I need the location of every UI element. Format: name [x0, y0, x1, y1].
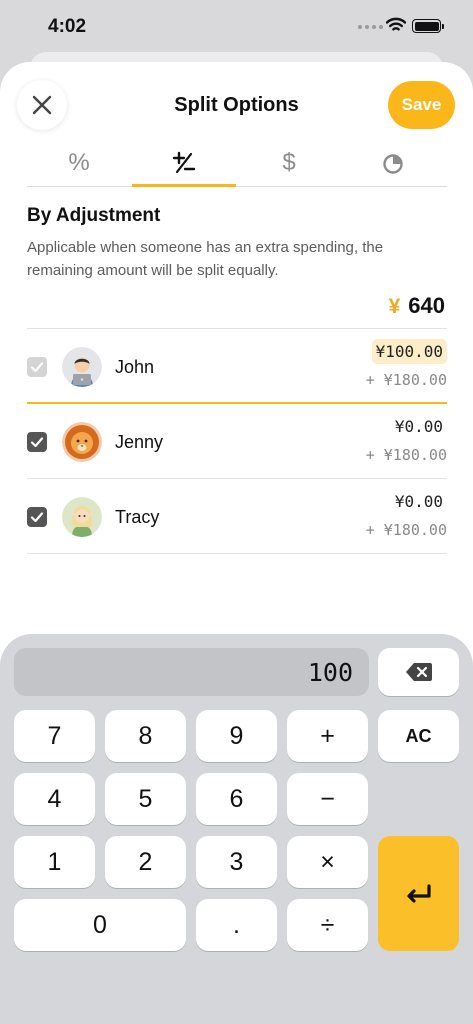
avatar-lion — [62, 422, 102, 462]
key-8[interactable]: 8 — [105, 710, 186, 762]
key-2[interactable]: 2 — [105, 836, 186, 888]
key-1[interactable]: 1 — [14, 836, 95, 888]
percent-icon: % — [68, 149, 90, 176]
key-4[interactable]: 4 — [14, 773, 95, 825]
equal-share-amount: + ¥180.00 — [365, 521, 447, 539]
save-button[interactable]: Save — [388, 81, 455, 129]
key-5[interactable]: 5 — [105, 773, 186, 825]
key-6[interactable]: 6 — [196, 773, 277, 825]
adjustment-amount[interactable]: ¥100.00 — [371, 339, 447, 364]
total-value: 640 — [408, 293, 445, 318]
check-icon — [30, 437, 44, 448]
section-description: Applicable when someone has an extra spe… — [27, 239, 384, 279]
pie-icon — [383, 154, 403, 174]
participant-name: Jenny — [115, 432, 164, 452]
key-clear[interactable]: AC — [378, 710, 459, 762]
avatar-elf-girl — [62, 497, 102, 537]
equal-share-amount: + ¥180.00 — [365, 371, 447, 389]
avatar-man-with-laptop — [62, 347, 102, 387]
participant-list: John ¥100.00 + ¥180.00 Jenny ¥0.00 + ¥18… — [27, 328, 447, 554]
status-time: 4:02 — [48, 16, 87, 37]
key-decimal[interactable]: . — [196, 899, 277, 951]
key-9[interactable]: 9 — [196, 710, 277, 762]
cellular-signal-icon — [358, 25, 383, 29]
battery-icon — [412, 19, 444, 33]
participant-name: Tracy — [115, 507, 160, 527]
key-7[interactable]: 7 — [14, 710, 95, 762]
tab-percent[interactable]: % — [27, 140, 131, 186]
participant-name: John — [115, 357, 155, 377]
adjustment-amount[interactable]: ¥0.00 — [391, 489, 447, 514]
participant-checkbox[interactable] — [27, 432, 47, 452]
key-3[interactable]: 3 — [196, 836, 277, 888]
backspace-button[interactable] — [378, 648, 459, 696]
participant-row-jenny[interactable]: Jenny ¥0.00 + ¥180.00 — [27, 404, 447, 479]
wifi-icon — [386, 17, 406, 31]
total-amount: ¥ 640 — [389, 293, 445, 319]
backspace-icon — [405, 663, 432, 681]
key-minus[interactable]: − — [287, 773, 368, 825]
return-icon — [406, 883, 431, 903]
tab-shares[interactable] — [342, 140, 446, 186]
adjustment-amount[interactable]: ¥0.00 — [391, 414, 447, 439]
key-0[interactable]: 0 — [14, 899, 186, 951]
equal-share-amount: + ¥180.00 — [365, 446, 447, 464]
participant-row-tracy[interactable]: Tracy ¥0.00 + ¥180.00 — [27, 479, 447, 554]
tab-amount[interactable]: $ — [237, 140, 341, 186]
section-title: By Adjustment — [27, 205, 161, 226]
dollar-icon: $ — [282, 149, 296, 176]
calculator-keypad: 100 7 8 9 + AC 4 5 6 − 1 2 3 × 0 . ÷ — [0, 634, 473, 1024]
participant-row-john[interactable]: John ¥100.00 + ¥180.00 — [27, 329, 447, 404]
key-plus[interactable]: + — [287, 710, 368, 762]
key-multiply[interactable]: × — [287, 836, 368, 888]
participant-checkbox[interactable] — [27, 507, 47, 527]
check-icon — [30, 512, 44, 523]
plus-minus-icon — [172, 151, 196, 174]
check-icon — [30, 362, 44, 373]
participant-checkbox[interactable] — [27, 357, 47, 377]
status-bar: 4:02 — [0, 0, 473, 54]
keypad-display: 100 — [14, 648, 369, 696]
key-divide[interactable]: ÷ — [287, 899, 368, 951]
tab-adjustment[interactable] — [132, 140, 236, 187]
split-mode-tabs: % $ — [27, 140, 447, 187]
enter-button[interactable] — [378, 836, 459, 951]
currency-symbol: ¥ — [388, 295, 401, 318]
